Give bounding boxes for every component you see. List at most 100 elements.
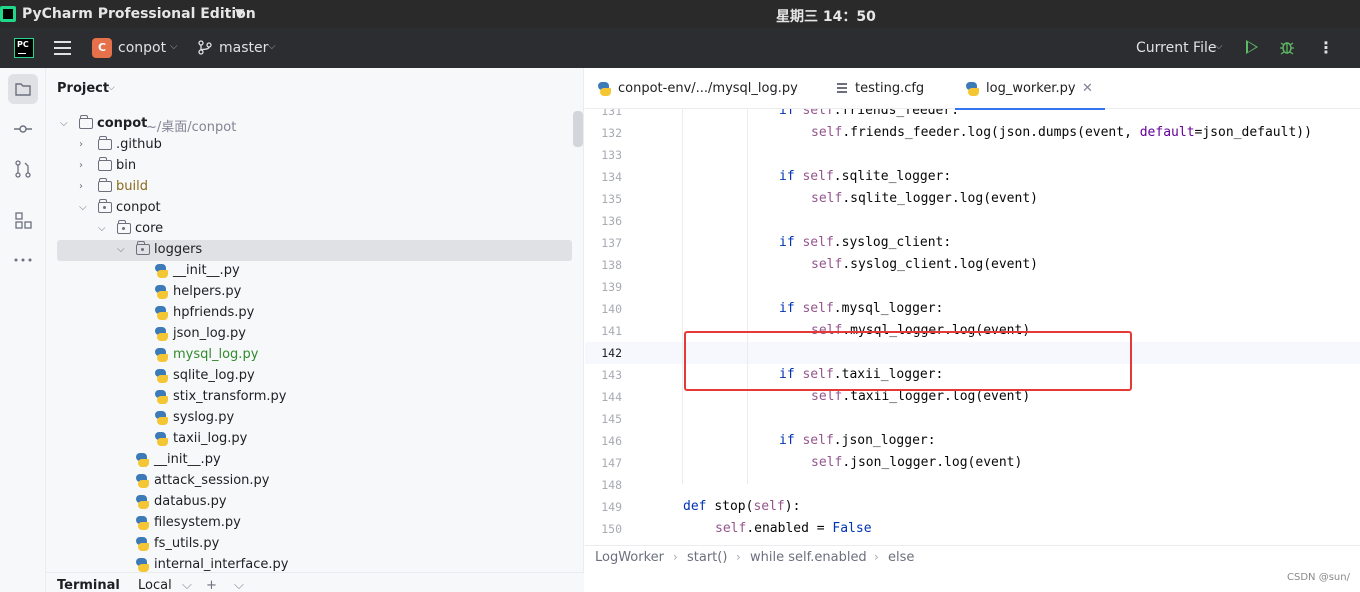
code-token: . bbox=[833, 109, 842, 118]
tree-row[interactable]: __init__.py bbox=[46, 450, 583, 471]
code-line[interactable]: 146 if self.json_logger: bbox=[585, 430, 1360, 452]
tree-item-label: conpot bbox=[116, 200, 161, 215]
code-token: self bbox=[802, 433, 834, 448]
line-number: 132 bbox=[601, 126, 622, 140]
chevron-down-icon[interactable]: ⌵ bbox=[108, 83, 115, 93]
chevron-down-icon[interactable]: ⌵ bbox=[268, 41, 276, 52]
expand-arrow-icon[interactable]: › bbox=[79, 160, 89, 172]
folder-icon bbox=[79, 115, 93, 129]
breadcrumb-loop[interactable]: while self.enabled bbox=[750, 550, 867, 565]
code-line[interactable]: 149 def stop(self): bbox=[585, 496, 1360, 518]
indent-guide bbox=[747, 109, 748, 484]
git-branch-switcher[interactable]: master bbox=[219, 40, 268, 56]
run-icon[interactable] bbox=[1246, 40, 1258, 54]
tree-item-label: conpot bbox=[97, 116, 148, 131]
expand-arrow-icon[interactable]: › bbox=[79, 181, 89, 193]
tree-row[interactable]: › .github bbox=[46, 135, 583, 156]
commit-tool-icon[interactable] bbox=[8, 114, 38, 144]
os-app-menu[interactable]: PyCharm Professional Edition bbox=[22, 6, 256, 22]
expand-arrow-icon[interactable]: ⌵ bbox=[60, 118, 70, 130]
tree-row[interactable]: internal_interface.py bbox=[46, 555, 583, 572]
code-line[interactable]: 145 bbox=[585, 408, 1360, 430]
tree-row[interactable]: json_log.py bbox=[46, 324, 583, 345]
code-line[interactable]: 148 bbox=[585, 474, 1360, 496]
code-line[interactable]: 131 if self.friends_feeder: bbox=[585, 109, 1360, 122]
tab-log-worker[interactable]: log_worker.py ✕ bbox=[955, 68, 1105, 110]
git-branch-icon[interactable] bbox=[198, 40, 212, 59]
main-menu-icon[interactable] bbox=[54, 41, 71, 55]
highlight-annotation-box bbox=[684, 331, 1132, 391]
python-file-icon bbox=[154, 411, 168, 425]
run-configuration-selector[interactable]: Current File bbox=[1136, 40, 1216, 56]
tab-mysql-log[interactable]: conpot-env/.../mysql_log.py bbox=[597, 68, 812, 109]
code-token: self bbox=[802, 109, 834, 118]
code-token: .syslog_client: bbox=[833, 235, 952, 250]
terminal-session-tab[interactable]: Local bbox=[138, 578, 172, 592]
scrollbar-thumb[interactable] bbox=[573, 111, 583, 147]
code-line[interactable]: 132 self.friends_feeder.log(json.dumps(ev… bbox=[585, 122, 1360, 144]
tree-row[interactable]: __init__.py bbox=[46, 261, 583, 282]
tree-row[interactable]: databus.py bbox=[46, 492, 583, 513]
python-file-icon bbox=[135, 537, 149, 551]
tree-row[interactable]: attack_session.py bbox=[46, 471, 583, 492]
project-switcher[interactable]: conpot bbox=[118, 40, 166, 56]
code-line[interactable]: 134 if self.sqlite_logger: bbox=[585, 166, 1360, 188]
more-tool-windows-icon[interactable] bbox=[8, 245, 38, 275]
tree-row[interactable]: ⌵ loggers bbox=[46, 240, 583, 261]
expand-arrow-icon[interactable]: ⌵ bbox=[79, 202, 89, 214]
chevron-down-icon[interactable]: ⌵ bbox=[1215, 41, 1223, 52]
tree-row[interactable]: hpfriends.py bbox=[46, 303, 583, 324]
structure-tool-icon[interactable] bbox=[8, 205, 38, 235]
code-line[interactable]: 150 self.enabled = False bbox=[585, 518, 1360, 540]
tree-row[interactable]: › bin bbox=[46, 156, 583, 177]
tree-row[interactable]: fs_utils.py bbox=[46, 534, 583, 555]
code-line[interactable]: 147 self.json_logger.log(event) bbox=[585, 452, 1360, 474]
pull-requests-icon[interactable] bbox=[8, 154, 38, 184]
more-actions-icon[interactable]: ⋮ bbox=[1318, 38, 1334, 57]
tree-row[interactable]: ⌵ core bbox=[46, 219, 583, 240]
code-text: if self.mysql_logger: bbox=[779, 301, 943, 316]
code-line[interactable]: 139 bbox=[585, 276, 1360, 298]
code-editor[interactable]: 131 if self.friends_feeder: 132 self.friend… bbox=[585, 109, 1360, 545]
tree-row[interactable]: filesystem.py bbox=[46, 513, 583, 534]
expand-arrow-icon[interactable]: ⌵ bbox=[117, 244, 127, 256]
os-clock[interactable]: 星期三 14：50 bbox=[776, 6, 876, 26]
code-line[interactable]: 133 bbox=[585, 144, 1360, 166]
breadcrumb-branch[interactable]: else bbox=[888, 550, 914, 565]
code-line[interactable]: 138 self.syslog_client.log(event) bbox=[585, 254, 1360, 276]
project-badge[interactable]: C bbox=[92, 38, 112, 58]
terminal-tab[interactable]: Terminal bbox=[57, 578, 120, 592]
close-icon[interactable]: ✕ bbox=[1082, 81, 1093, 96]
caret-down-icon[interactable]: ▼ bbox=[235, 6, 244, 20]
new-terminal-button[interactable]: + bbox=[206, 578, 217, 592]
tab-testing-cfg[interactable]: testing.cfg bbox=[835, 68, 940, 109]
breadcrumb-method[interactable]: start() bbox=[687, 550, 727, 565]
project-panel-title[interactable]: Project bbox=[57, 81, 109, 96]
chevron-down-icon[interactable]: ⌵ bbox=[170, 41, 178, 52]
tree-row-root[interactable]: ⌵ conpot ~/桌面/conpot bbox=[46, 114, 583, 135]
code-line[interactable]: 136 bbox=[585, 210, 1360, 232]
project-tool-icon[interactable] bbox=[8, 74, 38, 104]
tree-row[interactable]: mysql_log.py bbox=[46, 345, 583, 366]
tree-row[interactable]: taxii_log.py bbox=[46, 429, 583, 450]
expand-arrow-icon[interactable]: › bbox=[79, 139, 89, 151]
tree-row[interactable]: helpers.py bbox=[46, 282, 583, 303]
code-line[interactable]: 140 if self.mysql_logger: bbox=[585, 298, 1360, 320]
tree-row[interactable]: › build bbox=[46, 177, 583, 198]
pycharm-logo-icon: PC bbox=[14, 38, 34, 58]
tool-window-strip bbox=[0, 68, 46, 592]
code-token: self bbox=[811, 257, 843, 272]
chevron-down-icon[interactable]: ⌵ bbox=[234, 578, 244, 592]
breadcrumb-class[interactable]: LogWorker bbox=[595, 550, 664, 565]
expand-arrow-icon[interactable]: ⌵ bbox=[98, 223, 108, 235]
tree-row[interactable]: syslog.py bbox=[46, 408, 583, 429]
tree-row[interactable]: ⌵ conpot bbox=[46, 198, 583, 219]
tree-item-label: build bbox=[116, 179, 148, 194]
code-line[interactable]: 135 self.sqlite_logger.log(event) bbox=[585, 188, 1360, 210]
tree-row[interactable]: stix_transform.py bbox=[46, 387, 583, 408]
code-line[interactable]: 137 if self.syslog_client: bbox=[585, 232, 1360, 254]
chevron-down-icon[interactable]: ⌵ bbox=[182, 578, 192, 592]
tree-item-label: loggers bbox=[154, 242, 203, 257]
tree-row[interactable]: sqlite_log.py bbox=[46, 366, 583, 387]
debug-icon[interactable] bbox=[1279, 39, 1295, 55]
